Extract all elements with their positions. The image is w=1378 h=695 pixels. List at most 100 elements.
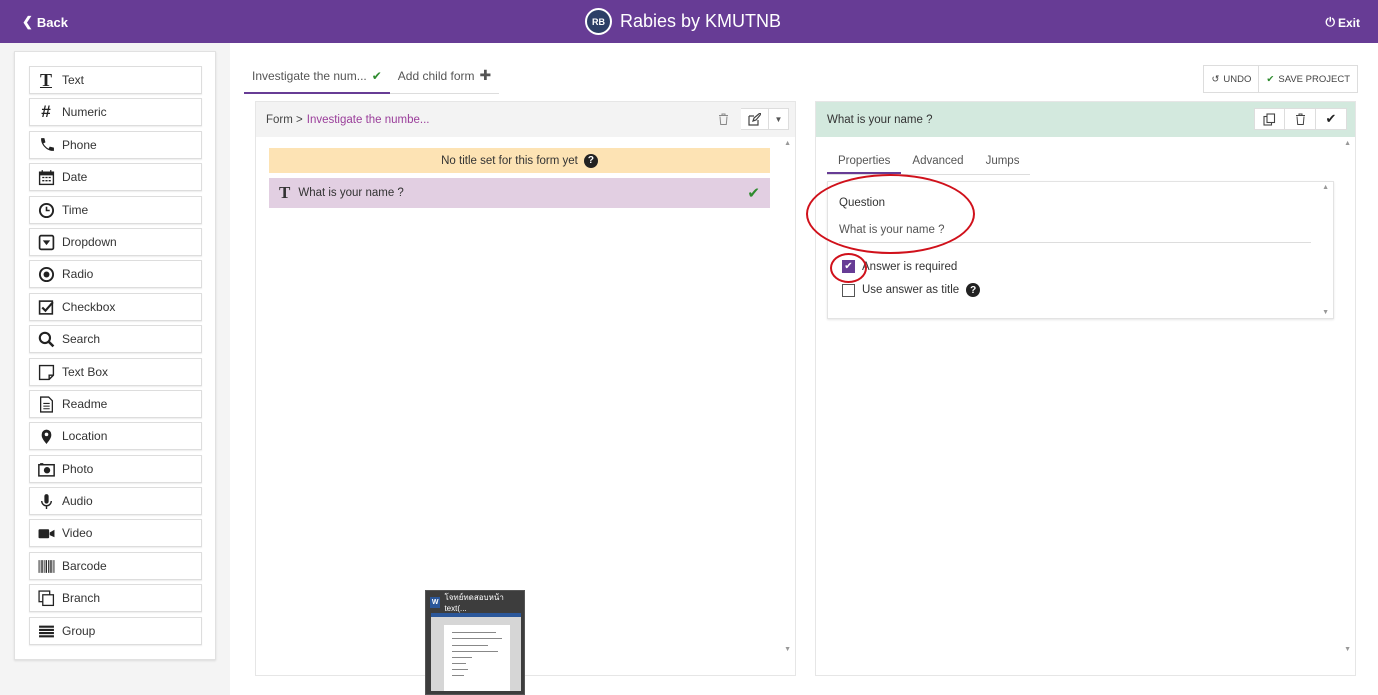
sidebar-item-label: Search: [62, 332, 101, 346]
trash-icon: [1295, 113, 1305, 125]
scroll-down-icon[interactable]: ▼: [784, 646, 791, 653]
exit-button[interactable]: ⏻ Exit: [1325, 15, 1360, 30]
taskbar-window-preview[interactable]: W โจทย์ทดสอบหน้า text(...: [425, 590, 525, 695]
properties-tabs: Properties Advanced Jumps: [827, 150, 1031, 175]
sidebar-item-label: Audio: [62, 494, 93, 508]
checkmark-icon: ✔: [1266, 73, 1275, 85]
power-icon: ⏻: [1325, 15, 1335, 29]
plus-icon: ✚: [479, 67, 492, 83]
sidebar-item-text-box[interactable]: Text Box: [29, 358, 202, 386]
phone-icon: [30, 137, 62, 154]
breadcrumb-form-link[interactable]: Investigate the numbe...: [307, 114, 430, 126]
sidebar-item-barcode[interactable]: Barcode: [29, 552, 202, 580]
no-title-warning: No title set for this form yet ?: [269, 148, 770, 173]
branch-icon: [30, 589, 62, 607]
question-properties-card: Question ✔ Answer is required Use answer…: [827, 181, 1334, 319]
sidebar-item-label: Group: [62, 624, 96, 638]
sidebar-item-video[interactable]: Video: [29, 519, 202, 547]
radio-icon: [30, 266, 62, 283]
sidebar-item-text[interactable]: T Text: [29, 66, 202, 94]
delete-form-button[interactable]: [709, 108, 737, 130]
confirm-question-button[interactable]: ✔: [1316, 108, 1347, 130]
checkmark-icon: ✔: [747, 185, 760, 202]
properties-title: What is your name ?: [827, 113, 933, 126]
microphone-icon: [30, 493, 62, 510]
tab-add-child-form[interactable]: Add child form ✚: [390, 60, 499, 94]
sidebar-item-time[interactable]: Time: [29, 196, 202, 224]
sidebar-item-radio[interactable]: Radio: [29, 260, 202, 288]
checkbox-checked-icon: ✔: [842, 260, 855, 273]
form-tabs: Investigate the num... ✔ Add child form …: [244, 60, 500, 94]
sidebar-item-label: Time: [62, 203, 89, 217]
save-project-button[interactable]: ✔ SAVE PROJECT: [1258, 66, 1357, 92]
tab-add-child-label: Add child form: [397, 69, 475, 83]
tab-form[interactable]: Investigate the num... ✔: [244, 60, 390, 94]
form-panel: Form > Investigate the numbe... ▼ ▲ No t…: [255, 101, 796, 676]
question-input[interactable]: [839, 218, 1311, 243]
word-icon: W: [430, 596, 441, 608]
text-icon: T: [39, 69, 52, 90]
question-row[interactable]: T What is your name ? ✔: [269, 178, 770, 208]
copy-icon: [1263, 112, 1276, 126]
trash-icon: [718, 113, 728, 125]
form-menu-button[interactable]: ▼: [769, 108, 789, 130]
edit-form-button[interactable]: [741, 108, 769, 130]
document-preview: [431, 613, 521, 691]
edit-icon: [748, 112, 761, 126]
app-title: Rabies by KMUTNB: [620, 11, 782, 31]
sidebar-item-branch[interactable]: Branch: [29, 584, 202, 612]
caret-down-icon: ▼: [774, 114, 783, 124]
camera-icon: [30, 461, 62, 478]
scroll-down-icon[interactable]: ▼: [1344, 646, 1351, 653]
sidebar-item-photo[interactable]: Photo: [29, 455, 202, 483]
tab-jumps[interactable]: Jumps: [975, 150, 1031, 174]
scroll-up-icon[interactable]: ▲: [1344, 140, 1351, 147]
hash-icon: #: [41, 102, 51, 121]
sidebar-item-label: Text Box: [62, 365, 109, 379]
sidebar-item-search[interactable]: Search: [29, 325, 202, 353]
card-scroll-down-icon[interactable]: ▼: [1322, 309, 1329, 316]
delete-question-button[interactable]: [1285, 108, 1316, 130]
search-icon: [30, 331, 62, 348]
sidebar-item-location[interactable]: Location: [29, 422, 202, 450]
dropdown-icon: [30, 234, 62, 251]
sidebar-item-audio[interactable]: Audio: [29, 487, 202, 515]
sidebar-item-numeric[interactable]: # Numeric: [29, 98, 202, 126]
back-button[interactable]: ❮ Back: [22, 14, 68, 30]
scroll-up-icon[interactable]: ▲: [784, 140, 791, 147]
sidebar-item-phone[interactable]: Phone: [29, 131, 202, 159]
help-icon[interactable]: ?: [583, 153, 598, 168]
chevron-left-icon: ❮: [22, 14, 33, 29]
tab-advanced[interactable]: Advanced: [901, 150, 974, 174]
sidebar-item-checkbox[interactable]: Checkbox: [29, 293, 202, 321]
breadcrumb-prefix: Form >: [266, 113, 303, 126]
sidebar-item-label: Readme: [62, 397, 108, 411]
properties-panel: What is your name ? ✔ ▲ Properties Advan…: [815, 101, 1356, 676]
sidebar-item-label: Date: [62, 170, 88, 184]
duplicate-question-button[interactable]: [1254, 108, 1285, 130]
tab-form-label: Investigate the num...: [252, 69, 367, 83]
undo-icon: ↺: [1211, 73, 1220, 85]
use-answer-as-title-checkbox[interactable]: Use answer as title ?: [842, 283, 981, 297]
no-title-text: No title set for this form yet: [441, 154, 578, 167]
checkmark-icon: ✔: [371, 69, 382, 83]
help-icon[interactable]: ?: [966, 283, 981, 297]
checkbox-empty-icon: [842, 283, 855, 297]
sidebar-item-label: Dropdown: [62, 235, 117, 249]
sidebar-item-label: Video: [62, 526, 93, 540]
question-actions: ✔: [1254, 108, 1347, 130]
card-scroll-up-icon[interactable]: ▲: [1322, 184, 1329, 191]
tab-properties[interactable]: Properties: [827, 150, 902, 174]
main-area: Investigate the num... ✔ Add child form …: [230, 43, 1378, 695]
question-row-label: What is your name ?: [298, 187, 404, 199]
group-icon: [30, 623, 62, 640]
sidebar-item-readme[interactable]: Readme: [29, 390, 202, 418]
undo-button[interactable]: ↺ UNDO: [1204, 66, 1258, 92]
sidebar-item-group[interactable]: Group: [29, 617, 202, 645]
sidebar-item-date[interactable]: Date: [29, 163, 202, 191]
sidebar-item-dropdown[interactable]: Dropdown: [29, 228, 202, 256]
question-field-label: Question: [839, 197, 886, 209]
sidebar-item-label: Location: [62, 429, 108, 443]
sidebar-item-label: Numeric: [62, 105, 107, 119]
answer-required-checkbox[interactable]: ✔ Answer is required: [842, 260, 957, 273]
